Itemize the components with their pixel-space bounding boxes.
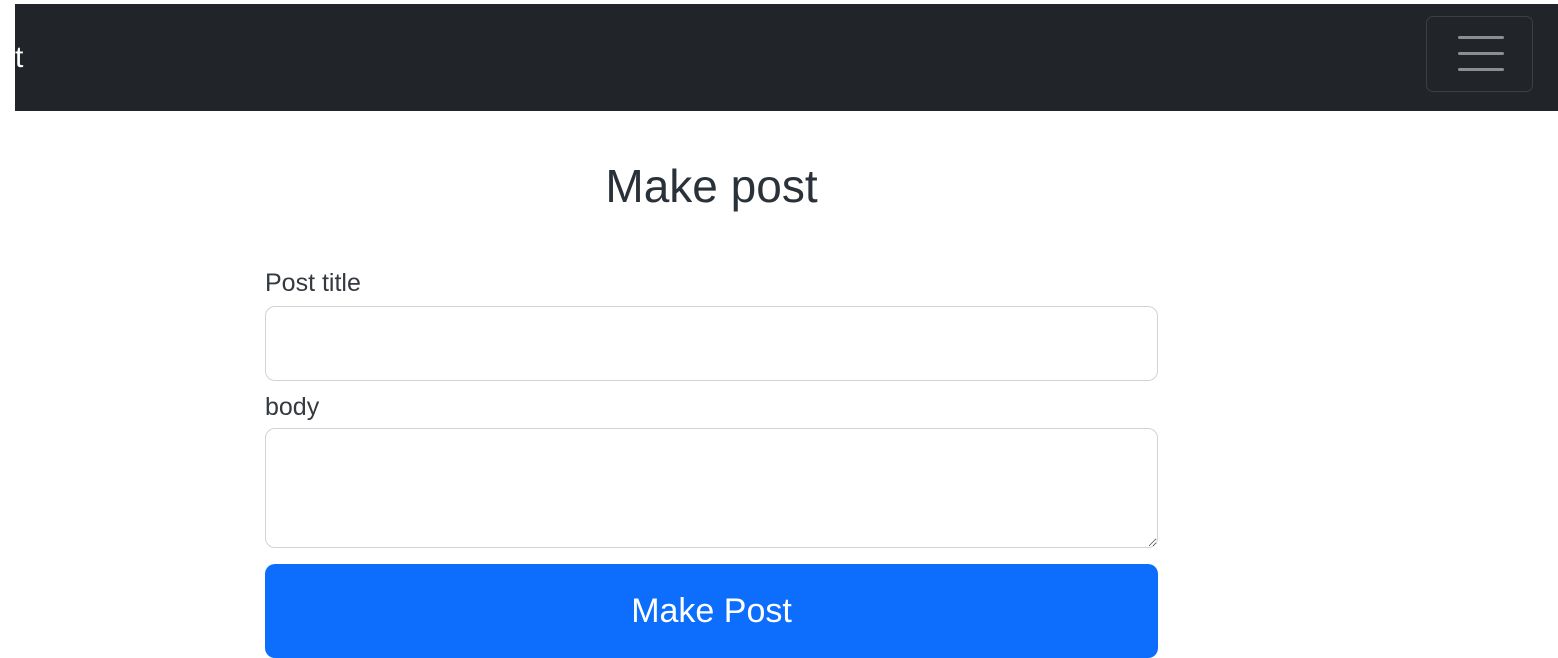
page-title: Make post bbox=[605, 160, 818, 212]
post-title-label: Post title bbox=[265, 269, 361, 297]
body-label: body bbox=[265, 393, 320, 421]
hamburger-menu-icon bbox=[1458, 36, 1504, 72]
post-title-input[interactable] bbox=[265, 306, 1158, 381]
navbar: t bbox=[15, 4, 1558, 111]
body-textarea[interactable] bbox=[265, 428, 1158, 548]
make-post-button[interactable]: Make Post bbox=[265, 564, 1158, 658]
navbar-brand[interactable]: t bbox=[15, 40, 29, 76]
page: t Make post Post title body Make Post bbox=[0, 0, 1558, 658]
navbar-toggler-button[interactable] bbox=[1426, 16, 1533, 92]
